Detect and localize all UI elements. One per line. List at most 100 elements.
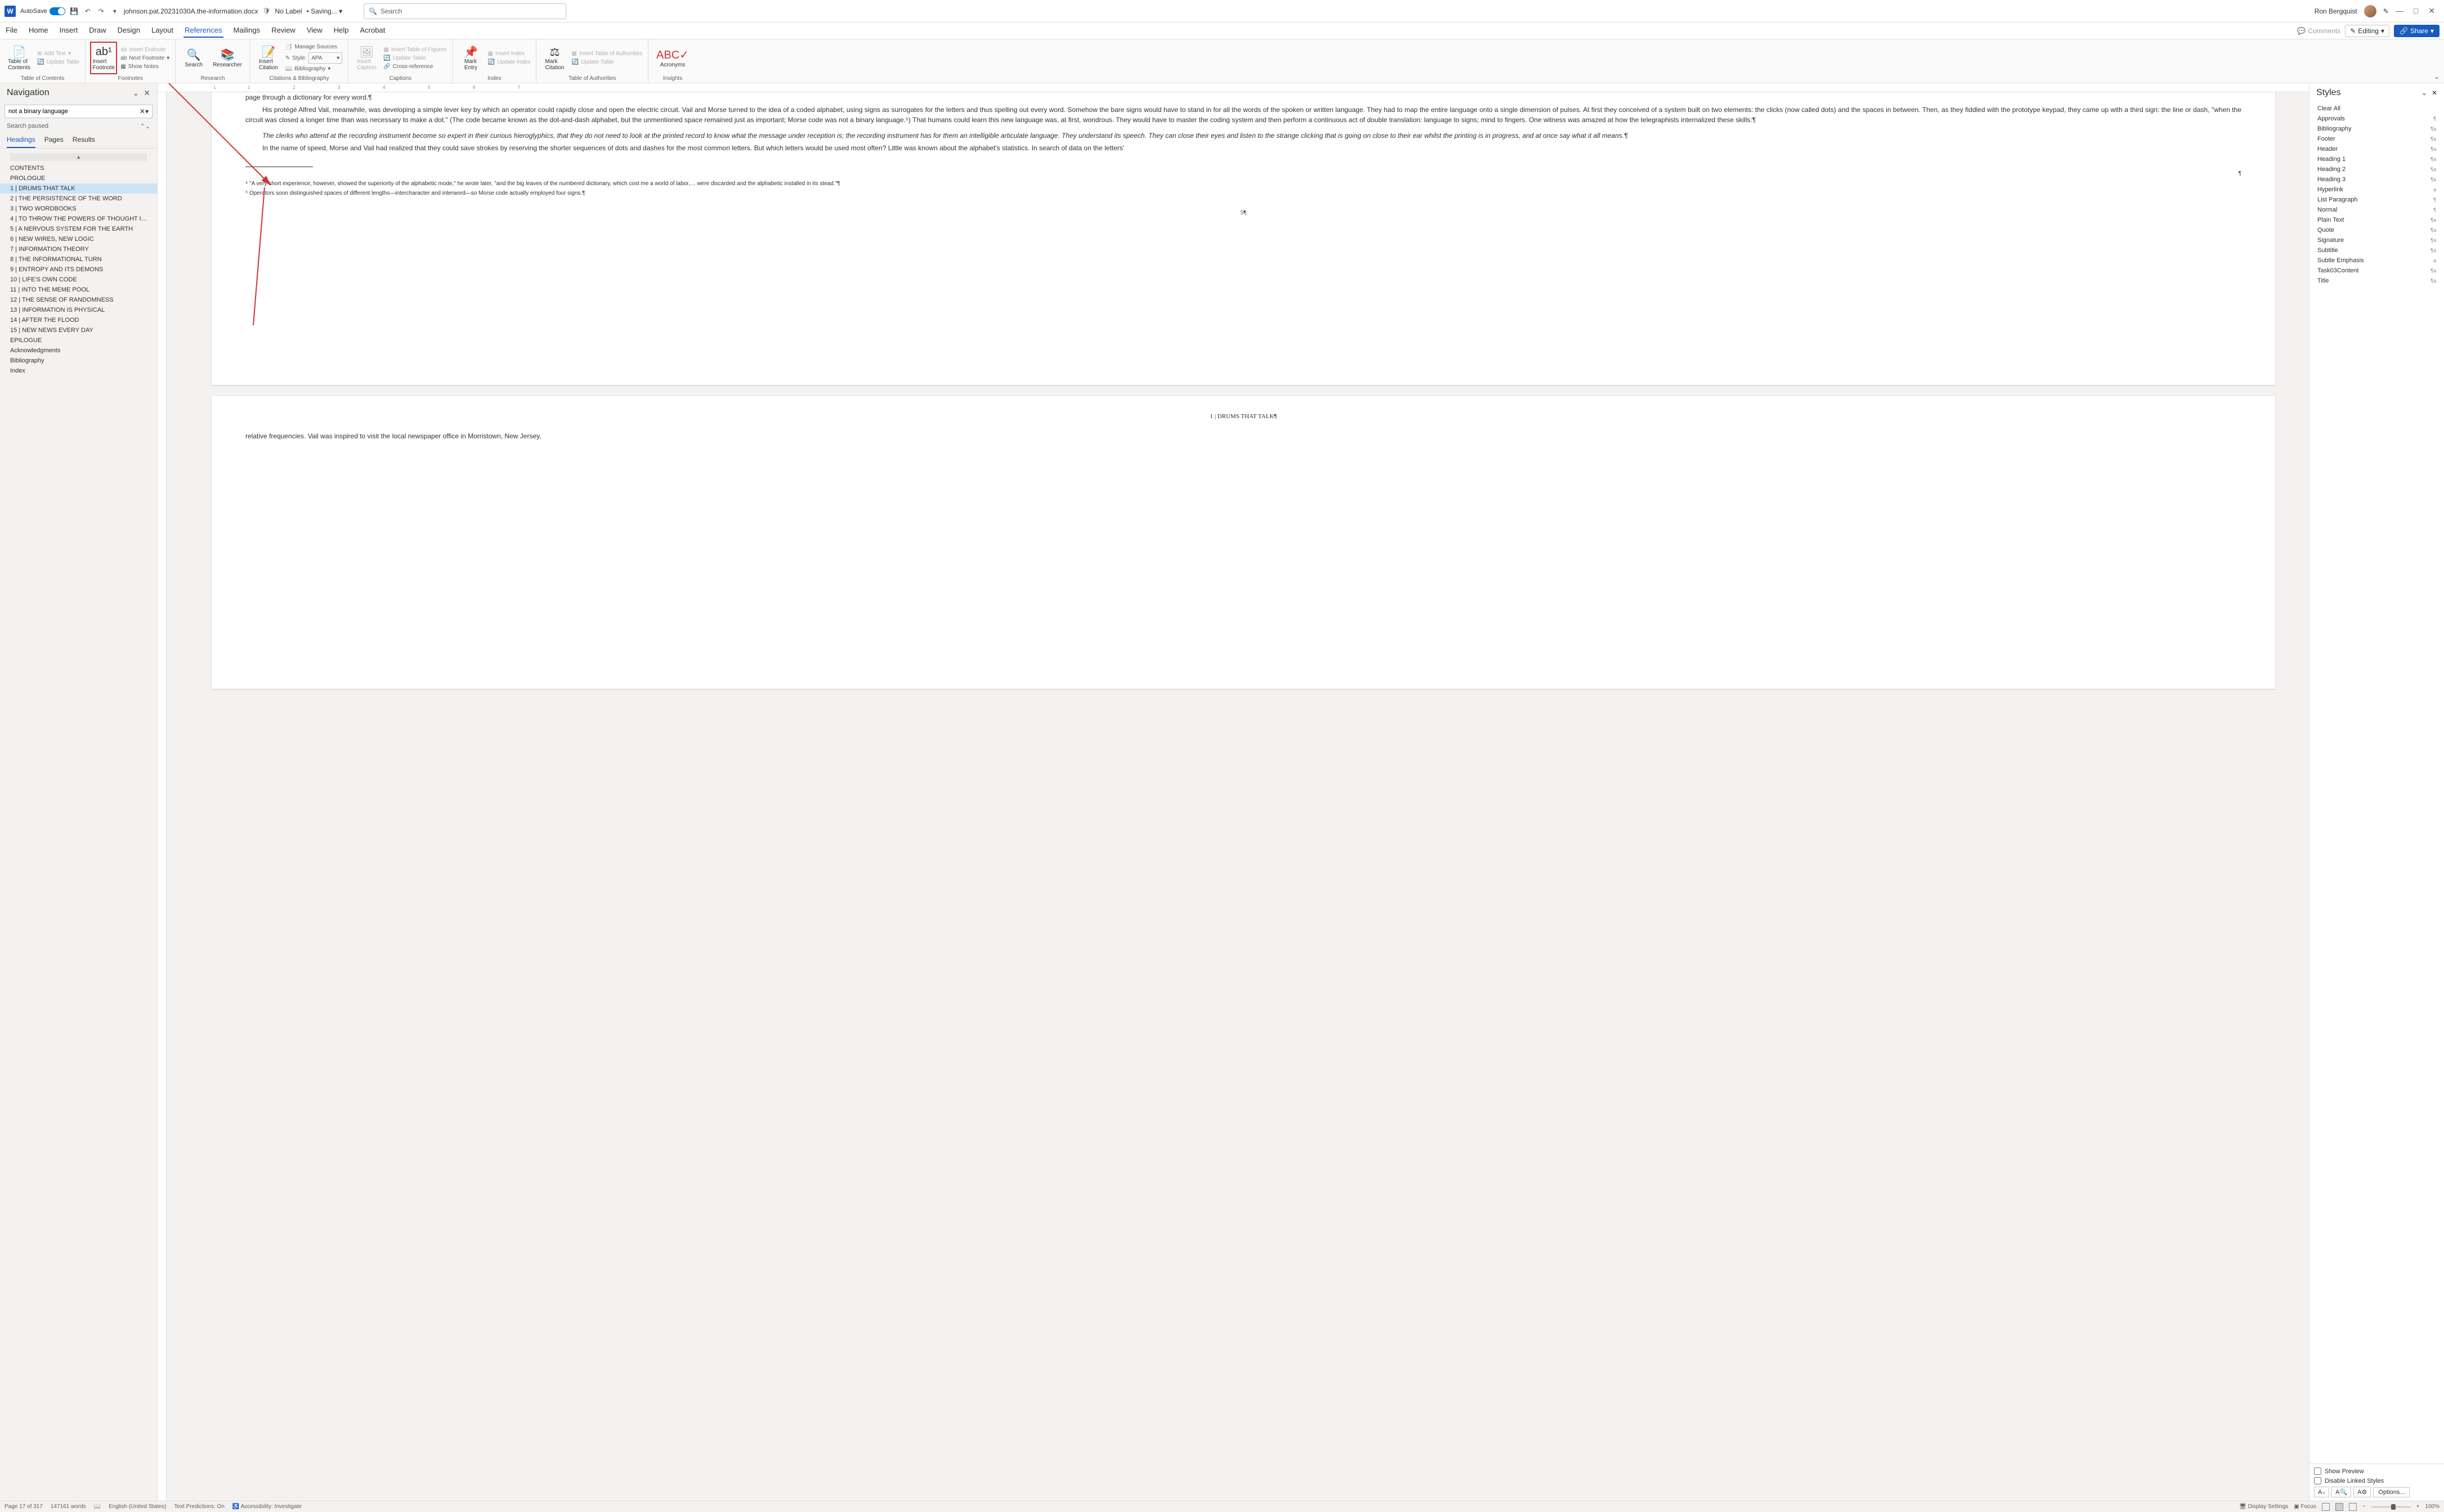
show-notes-button[interactable]: ▦ Show Notes: [119, 63, 171, 70]
insert-footnote-button[interactable]: ab¹ Insert Footnote: [90, 42, 117, 74]
style-item[interactable]: Title¶a: [2314, 276, 2439, 286]
researcher-button[interactable]: 📚Researcher: [209, 42, 245, 74]
insert-table-figures-button[interactable]: ▦ Insert Table of Figures: [382, 46, 447, 53]
style-item[interactable]: Subtitle¶a: [2314, 245, 2439, 255]
insert-endnote-button[interactable]: ab Insert Endnote: [119, 46, 171, 53]
nav-heading-item[interactable]: Index: [0, 366, 157, 376]
zoom-slider[interactable]: [2371, 1506, 2411, 1507]
manage-sources-button[interactable]: 📑 Manage Sources: [284, 43, 343, 51]
style-item[interactable]: Bibliography¶a: [2314, 124, 2439, 134]
styles-close-icon[interactable]: ✕: [2432, 89, 2437, 97]
quote-text[interactable]: The clerks who attend at the recording i…: [262, 131, 2241, 141]
manage-styles-button[interactable]: A⚙: [2353, 1487, 2371, 1497]
nav-heading-item[interactable]: 3 | TWO WORDBOOKS: [0, 204, 157, 214]
tab-file[interactable]: File: [5, 24, 19, 38]
nav-heading-item[interactable]: 5 | A NERVOUS SYSTEM FOR THE EARTH: [0, 224, 157, 234]
style-item[interactable]: Task03Content¶a: [2314, 266, 2439, 276]
nav-heading-item[interactable]: 8 | THE INFORMATIONAL TURN: [0, 254, 157, 264]
tab-references[interactable]: References: [183, 24, 223, 38]
minimize-button[interactable]: —: [2396, 6, 2403, 16]
nav-heading-item[interactable]: 9 | ENTROPY AND ITS DEMONS: [0, 264, 157, 275]
nav-heading-item[interactable]: 14 | AFTER THE FLOOD: [0, 315, 157, 325]
undo-icon[interactable]: ↶: [83, 7, 92, 16]
accessibility-status[interactable]: ♿ Accessibility: Investigate: [232, 1504, 302, 1510]
insert-index-button[interactable]: ▦ Insert Index: [487, 50, 532, 57]
search-dropdown-icon[interactable]: ▾: [145, 107, 149, 115]
disable-linked-checkbox[interactable]: Disable Linked Styles: [2314, 1477, 2439, 1484]
update-authorities-button[interactable]: 🔄 Update Table: [570, 59, 643, 66]
tab-acrobat[interactable]: Acrobat: [359, 24, 387, 38]
tab-insert[interactable]: Insert: [59, 24, 79, 38]
nav-heading-item[interactable]: 4 | TO THROW THE POWERS OF THOUGHT INTO.…: [0, 214, 157, 224]
nav-heading-item[interactable]: PROLOGUE: [0, 173, 157, 183]
display-settings[interactable]: 🖥 Display Settings: [2239, 1504, 2288, 1510]
insert-authorities-button[interactable]: ▦ Insert Table of Authorities: [570, 50, 643, 57]
style-item[interactable]: Header¶a: [2314, 144, 2439, 154]
word-count[interactable]: 147161 words: [51, 1504, 86, 1510]
style-item[interactable]: Heading 1¶a: [2314, 154, 2439, 164]
style-item[interactable]: List Paragraph¶: [2314, 195, 2439, 205]
focus-button[interactable]: ▣ Focus: [2294, 1504, 2316, 1510]
page-header[interactable]: 1 | DRUMS THAT TALK¶: [245, 396, 2241, 431]
pen-icon[interactable]: ✎: [2383, 7, 2389, 15]
language-status[interactable]: English (United States): [109, 1504, 166, 1510]
add-text-button[interactable]: ⊞ Add Text ▾: [36, 50, 80, 57]
nav-heading-item[interactable]: EPILOGUE: [0, 335, 157, 346]
style-item[interactable]: Hyperlinka: [2314, 185, 2439, 195]
search-input[interactable]: 🔍 Search: [364, 3, 566, 19]
tab-design[interactable]: Design: [117, 24, 141, 38]
style-item[interactable]: Signature¶a: [2314, 235, 2439, 245]
maximize-button[interactable]: □: [2414, 6, 2418, 16]
table-of-contents-button[interactable]: 📄 Table of Contents: [5, 42, 34, 74]
nav-search-input[interactable]: ✕ ▾: [5, 105, 153, 118]
style-inspector-button[interactable]: A🔍: [2331, 1487, 2351, 1497]
citation-style-select[interactable]: ✎ Style: APA▾: [284, 52, 343, 64]
vertical-ruler[interactable]: [158, 92, 167, 1501]
web-layout-icon[interactable]: [2349, 1503, 2357, 1511]
style-item[interactable]: Footer¶a: [2314, 134, 2439, 144]
style-item[interactable]: Subtle Emphasisa: [2314, 255, 2439, 266]
ribbon-collapse-icon[interactable]: ⌄: [2434, 73, 2439, 80]
qat-dropdown-icon[interactable]: ▾: [110, 7, 119, 16]
acronyms-button[interactable]: ABC✓Acronyms: [653, 42, 692, 74]
tab-home[interactable]: Home: [28, 24, 50, 38]
nav-heading-item[interactable]: 11 | INTO THE MEME POOL: [0, 285, 157, 295]
nav-tab-pages[interactable]: Pages: [44, 132, 64, 148]
clear-all-style[interactable]: Clear All: [2314, 104, 2439, 114]
comments-button[interactable]: 💬 Comments: [2297, 27, 2340, 35]
styles-dropdown-icon[interactable]: ⌄: [2421, 89, 2427, 97]
tab-layout[interactable]: Layout: [150, 24, 174, 38]
footnote-text[interactable]: ⁵ Operators soon distinguished spaces of…: [245, 190, 2241, 197]
cross-reference-button[interactable]: 🔗 Cross-reference: [382, 63, 447, 70]
style-item[interactable]: Quote¶a: [2314, 225, 2439, 235]
bibliography-button[interactable]: 📖 Bibliography ▾: [284, 65, 343, 73]
print-layout-icon[interactable]: [2335, 1503, 2343, 1511]
insert-caption-button[interactable]: 🖼Insert Caption: [353, 42, 380, 74]
update-toc-button[interactable]: 🔄 Update Table: [36, 59, 80, 66]
next-footnote-button[interactable]: ab Next Footnote ▾: [119, 55, 171, 62]
sensitivity-icon[interactable]: 🛡: [263, 7, 271, 15]
avatar[interactable]: [2364, 5, 2376, 17]
nav-heading-item[interactable]: 6 | NEW WIRES, NEW LOGIC: [0, 234, 157, 244]
nav-close-icon[interactable]: ✕: [144, 88, 150, 98]
close-button[interactable]: ✕: [2428, 6, 2435, 16]
save-icon[interactable]: 💾: [70, 7, 79, 16]
nav-heading-item[interactable]: CONTENTS: [0, 163, 157, 173]
tab-view[interactable]: View: [306, 24, 324, 38]
nav-heading-item[interactable]: 13 | INFORMATION IS PHYSICAL: [0, 305, 157, 315]
styles-options-button[interactable]: Options...: [2373, 1487, 2410, 1497]
nav-updown-icon[interactable]: ⌃⌄: [140, 123, 150, 130]
predictions-status[interactable]: Text Predictions: On: [174, 1504, 224, 1510]
show-preview-checkbox[interactable]: Show Preview: [2314, 1468, 2439, 1475]
mark-citation-button[interactable]: ⚖Mark Citation: [541, 42, 568, 74]
zoom-in-button[interactable]: +: [2416, 1504, 2420, 1510]
spell-check-icon[interactable]: 📖: [94, 1504, 101, 1510]
mark-entry-button[interactable]: 📌Mark Entry: [458, 42, 485, 74]
nav-tab-results[interactable]: Results: [73, 132, 95, 148]
nav-heading-item[interactable]: 1 | DRUMS THAT TALK: [0, 183, 157, 194]
nav-heading-item[interactable]: 10 | LIFE'S OWN CODE: [0, 275, 157, 285]
tab-mailings[interactable]: Mailings: [232, 24, 262, 38]
new-style-button[interactable]: A₊: [2314, 1487, 2329, 1497]
nav-heading-item[interactable]: 15 | NEW NEWS EVERY DAY: [0, 325, 157, 335]
read-mode-icon[interactable]: [2322, 1503, 2330, 1511]
